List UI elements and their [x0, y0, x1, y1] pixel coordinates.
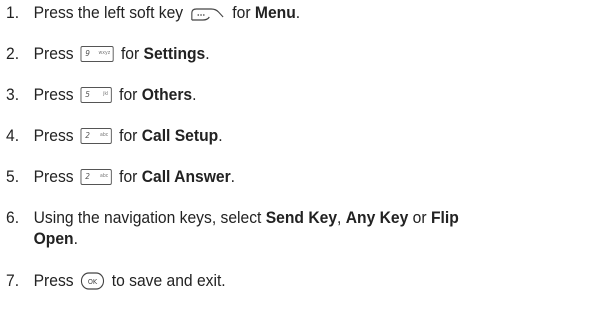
step-text: Press	[33, 44, 74, 63]
step-text: for	[232, 3, 251, 22]
call-setup-label: Call Setup	[141, 126, 219, 145]
key-label: 5	[85, 90, 90, 99]
flip-open-option: Flip	[430, 208, 459, 227]
step-text: Press	[33, 271, 74, 290]
step-text: Press	[33, 126, 74, 145]
left-soft-key-icon	[191, 6, 224, 27]
step-5: 5. Press 2 abc for Call Answer.	[6, 166, 549, 187]
step-number: 5.	[6, 167, 20, 186]
step-6: 6. Using the navigation keys, select Send…	[6, 207, 549, 249]
key-sub-label: jkl	[103, 91, 109, 97]
step-end: .	[295, 3, 301, 22]
step-number: 1.	[6, 3, 20, 22]
step-end: .	[230, 167, 236, 186]
key-sub-label: abc	[100, 173, 109, 179]
key-9-icon: 9 wxyz	[80, 46, 114, 62]
key-5-icon: 5 jkl	[80, 87, 112, 103]
key-sub-label: wxyz	[98, 50, 111, 56]
step-number: 6.	[6, 208, 20, 227]
step-text: for	[120, 44, 140, 63]
others-label: Others	[141, 85, 193, 104]
step-end: .	[73, 229, 78, 248]
menu-label: Menu	[254, 3, 296, 22]
ok-key-label: OK	[88, 278, 98, 286]
step-number: 7.	[6, 271, 20, 290]
step-text: to save and exit.	[111, 271, 226, 290]
step-end: .	[218, 126, 223, 145]
call-answer-label: Call Answer	[141, 167, 231, 186]
step-end: .	[192, 85, 197, 104]
key-label: 2	[85, 172, 90, 181]
key-2-icon: 2 abc	[80, 169, 112, 185]
step-2: 2. Press 9 wxyz for Settings.	[6, 43, 549, 64]
step-7: 7. Press OK to save and exit.	[6, 270, 549, 295]
separator: ,	[337, 208, 342, 227]
step-text: Press the left soft key	[33, 3, 184, 22]
step-text: Press	[33, 85, 74, 104]
step-text: for	[119, 126, 138, 145]
step-4: 4. Press 2 abc for Call Setup.	[6, 125, 549, 146]
step-text: for	[119, 167, 138, 186]
step-number: 4.	[6, 126, 20, 145]
separator: or	[412, 208, 427, 227]
ok-key-icon: OK	[81, 272, 105, 295]
step-1: 1. Press the left soft key for Menu.	[6, 2, 549, 27]
key-label: 9	[85, 49, 90, 58]
step-3: 3. Press 5 jkl for Others.	[6, 84, 549, 105]
settings-label: Settings	[143, 44, 206, 63]
step-text: for	[119, 85, 138, 104]
key-sub-label: abc	[100, 132, 109, 138]
key-label: 2	[85, 131, 90, 140]
step-end: .	[205, 44, 210, 63]
send-key-option: Send Key	[265, 208, 338, 227]
step-text: Press	[33, 167, 74, 186]
any-key-option: Any Key	[345, 208, 409, 227]
step-number: 2.	[6, 44, 20, 63]
step-number: 3.	[6, 85, 20, 104]
key-2-icon: 2 abc	[80, 128, 112, 144]
flip-open-option-cont: Open	[33, 229, 74, 248]
step-text: Using the navigation keys, select	[33, 208, 262, 227]
